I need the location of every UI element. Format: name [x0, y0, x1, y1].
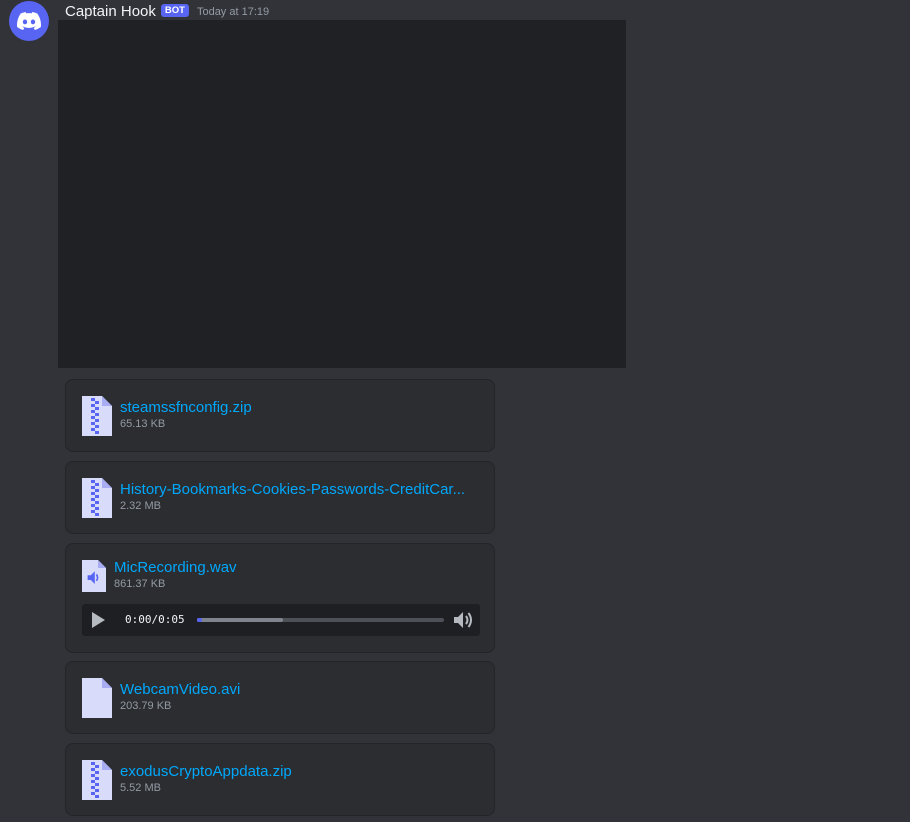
audio-buffered-bar: [197, 618, 284, 622]
attachment-file-name[interactable]: WebcamVideo.avi: [120, 681, 240, 698]
bot-tag-badge: BOT: [160, 3, 189, 17]
attachment-file-name[interactable]: MicRecording.wav: [114, 559, 237, 576]
audio-attachment: MicRecording.wav 861.37 KB 0:00/0:05: [65, 543, 495, 653]
audio-time-display: 0:00/0:05: [125, 613, 185, 626]
attachment-file-size: 861.37 KB: [114, 578, 166, 590]
zip-file-icon: [82, 396, 112, 436]
audio-played-bar: [197, 618, 202, 622]
chat-message: Captain Hook BOT Today at 17:19 steamssf…: [0, 0, 910, 822]
attachment-file-name[interactable]: exodusCryptoAppdata.zip: [120, 763, 292, 780]
file-attachment: WebcamVideo.avi 203.79 KB: [65, 661, 495, 734]
embed-image[interactable]: [58, 20, 626, 368]
attachment-file-name[interactable]: steamssfnconfig.zip: [120, 399, 252, 416]
audio-duration: 0:05: [158, 613, 185, 626]
generic-file-icon: [82, 678, 112, 718]
attachment-file-name[interactable]: History-Bookmarks-Cookies-Passwords-Cred…: [120, 481, 465, 498]
audio-current-time: 0:00: [125, 613, 152, 626]
zip-file-icon: [82, 760, 112, 800]
audio-progress-slider[interactable]: [197, 618, 444, 622]
author-username[interactable]: Captain Hook: [65, 3, 156, 20]
zip-file-icon: [82, 478, 112, 518]
message-header: Captain Hook BOT Today at 17:19: [65, 1, 269, 21]
attachment-file-size: 2.32 MB: [120, 500, 161, 512]
play-icon[interactable]: [88, 610, 108, 630]
file-attachment: History-Bookmarks-Cookies-Passwords-Cred…: [65, 461, 495, 534]
attachment-file-size: 65.13 KB: [120, 418, 166, 430]
message-timestamp: Today at 17:19: [196, 6, 270, 18]
file-attachment: exodusCryptoAppdata.zip 5.52 MB: [65, 743, 495, 816]
audio-player: 0:00/0:05: [82, 604, 480, 636]
audio-file-icon: [82, 560, 106, 592]
file-attachment: steamssfnconfig.zip 65.13 KB: [65, 379, 495, 452]
attachment-file-size: 203.79 KB: [120, 700, 172, 712]
volume-icon[interactable]: [452, 610, 474, 630]
attachment-file-size: 5.52 MB: [120, 782, 161, 794]
discord-avatar-icon[interactable]: [9, 1, 49, 41]
discord-logo-icon: [17, 12, 41, 30]
